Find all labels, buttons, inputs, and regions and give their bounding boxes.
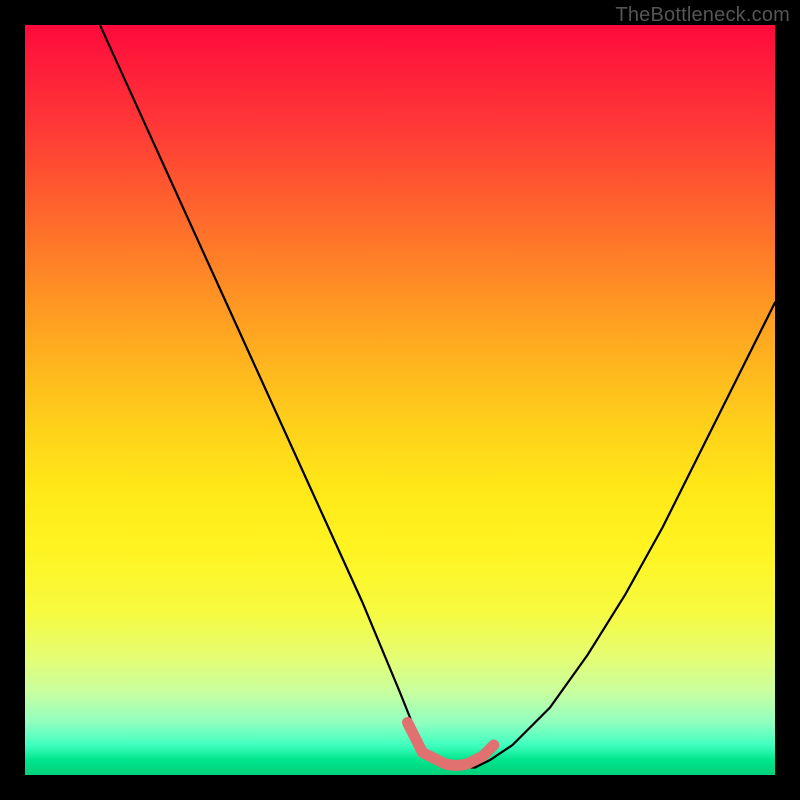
trough-marker <box>408 723 494 766</box>
chart-frame: TheBottleneck.com <box>0 0 800 800</box>
bottleneck-curve <box>100 25 775 768</box>
plot-area <box>25 25 775 775</box>
watermark-text: TheBottleneck.com <box>615 4 790 27</box>
curve-layer <box>25 25 775 775</box>
